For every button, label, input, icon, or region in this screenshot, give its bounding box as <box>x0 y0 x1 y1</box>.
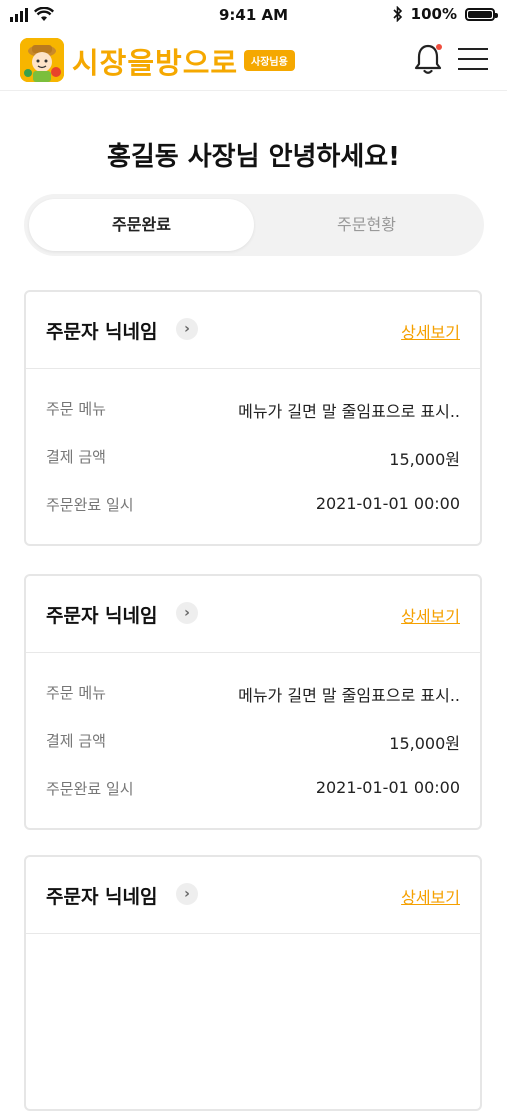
order-complete-time-value: 2021-01-01 00:00 <box>315 494 460 513</box>
order-card-header: 주문자 닉네임 › 상세보기 <box>26 857 480 934</box>
app-logo-text[interactable]: 시장을방으로 <box>72 40 238 82</box>
orderer-nickname[interactable]: 주문자 닉네임 <box>46 317 158 344</box>
greeting-title: 홍길동 사장님 안녕하세요! <box>106 142 401 172</box>
order-tabs: 주문완료 주문현황 <box>24 194 484 256</box>
orderer-nickname[interactable]: 주문자 닉네임 <box>46 601 158 628</box>
order-complete-time-value: 2021-01-01 00:00 <box>315 778 460 797</box>
orderer-nickname[interactable]: 주문자 닉네임 <box>46 882 158 909</box>
payment-amount-value: 15,000원 <box>389 450 460 469</box>
battery-icon <box>465 7 498 21</box>
order-menu-row: 주문 메뉴 메뉴가 길면 말 줄임표으로 표시.. <box>46 682 460 706</box>
order-card-header: 주문자 닉네임 › 상세보기 <box>26 576 480 653</box>
order-complete-time-label: 주문완료 일시 <box>46 780 134 798</box>
order-menu-row: 주문 메뉴 메뉴가 길면 말 줄임표으로 표시.. <box>46 398 460 422</box>
order-menu-value: 메뉴가 길면 말 줄임표으로 표시.. <box>238 402 460 421</box>
order-card: 주문자 닉네임 › 상세보기 <box>24 855 482 1111</box>
battery-percent: 100% <box>410 5 457 23</box>
payment-amount-row: 결제 금액 15,000원 <box>46 730 460 754</box>
tab-order-complete[interactable]: 주문완료 <box>29 199 254 251</box>
logo-mascot-icon[interactable] <box>20 38 64 82</box>
chevron-right-icon[interactable]: › <box>176 602 198 624</box>
payment-amount-row: 결제 금액 15,000원 <box>46 446 460 470</box>
bell-icon[interactable] <box>412 42 444 76</box>
app-header: 시장을방으로 사장님용 <box>0 32 507 91</box>
order-card: 주문자 닉네임 › 상세보기 주문 메뉴 메뉴가 길면 말 줄임표으로 표시..… <box>24 574 482 830</box>
payment-amount-label: 결제 금액 <box>46 732 106 750</box>
view-detail-link[interactable]: 상세보기 <box>401 603 460 627</box>
order-card: 주문자 닉네임 › 상세보기 주문 메뉴 메뉴가 길면 말 줄임표으로 표시..… <box>24 290 482 546</box>
payment-amount-label: 결제 금액 <box>46 448 106 466</box>
chevron-right-icon[interactable]: › <box>176 318 198 340</box>
bluetooth-icon <box>393 6 402 22</box>
order-complete-time-row: 주문완료 일시 2021-01-01 00:00 <box>46 778 460 802</box>
chevron-right-icon[interactable]: › <box>176 883 198 905</box>
status-bar: 9:41 AM 100% <box>0 0 507 30</box>
order-complete-time-label: 주문완료 일시 <box>46 496 134 514</box>
owner-badge: 사장님용 <box>244 50 295 71</box>
tab-order-status[interactable]: 주문현황 <box>254 199 479 251</box>
order-card-header: 주문자 닉네임 › 상세보기 <box>26 292 480 369</box>
order-menu-label: 주문 메뉴 <box>46 684 106 702</box>
order-complete-time-row: 주문완료 일시 2021-01-01 00:00 <box>46 494 460 518</box>
hamburger-menu-icon[interactable] <box>458 48 488 70</box>
payment-amount-value: 15,000원 <box>389 734 460 753</box>
view-detail-link[interactable]: 상세보기 <box>401 319 460 343</box>
order-menu-label: 주문 메뉴 <box>46 400 106 418</box>
order-menu-value: 메뉴가 길면 말 줄임표으로 표시.. <box>238 686 460 705</box>
view-detail-link[interactable]: 상세보기 <box>401 884 460 908</box>
status-right: 100% <box>393 5 498 23</box>
